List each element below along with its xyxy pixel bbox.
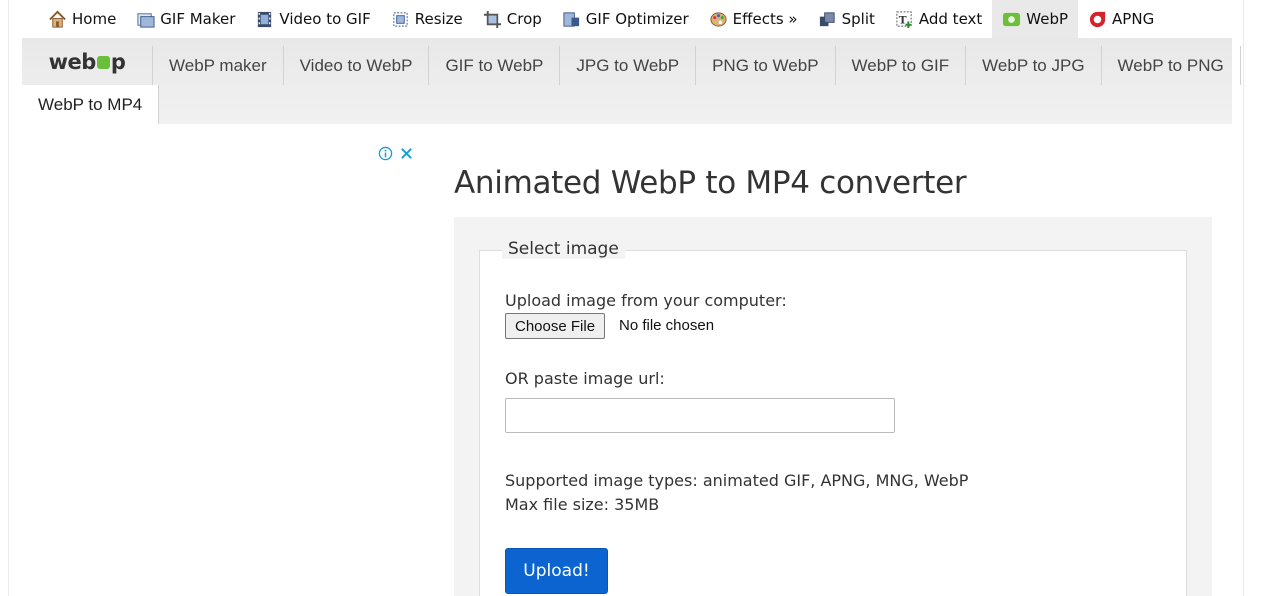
- tool-link-webp-to-png[interactable]: WebP to PNG: [1100, 46, 1241, 85]
- tool-link-png-to-webp[interactable]: PNG to WebP: [695, 46, 834, 85]
- ad-close-icon[interactable]: [399, 146, 414, 165]
- logo-text-left: web: [48, 49, 97, 74]
- nav-item-gif-optimizer[interactable]: GIF Optimizer: [552, 0, 699, 38]
- nav-item-home[interactable]: Home: [38, 0, 126, 38]
- nav-label-webp: WebP: [1026, 10, 1069, 28]
- nav-label-add-text: Add text: [918, 10, 983, 28]
- upload-label: Upload image from your computer:: [505, 291, 787, 310]
- nav-item-crop[interactable]: Crop: [473, 0, 552, 38]
- nav-label-effects: Effects »: [732, 10, 798, 28]
- choose-file-button[interactable]: Choose File: [505, 313, 606, 339]
- file-status: No file chosen: [619, 317, 715, 334]
- nav-label-home: Home: [72, 10, 117, 28]
- add-text-icon: T: [895, 10, 914, 29]
- split-icon: [818, 10, 837, 29]
- tool-link-webp-maker[interactable]: WebP maker: [152, 46, 283, 85]
- fieldset-legend: Select image: [502, 239, 625, 259]
- webp-tools-bar: web p WebP maker Video to WebP GIF to Web…: [22, 38, 1241, 124]
- nav-label-gif-optimizer: GIF Optimizer: [585, 10, 689, 28]
- nav-label-gif-maker: GIF Maker: [160, 10, 236, 28]
- nav-label-apng: APNG: [1112, 10, 1155, 28]
- optimizer-icon: [562, 10, 581, 29]
- nav-item-resize[interactable]: Resize: [381, 0, 473, 38]
- film-icon: [255, 10, 274, 29]
- gif-maker-icon: [136, 10, 155, 29]
- upload-button[interactable]: Upload!: [505, 548, 608, 594]
- ad-controls: [378, 146, 414, 165]
- nav-item-webp[interactable]: WebP: [992, 0, 1079, 38]
- webp-icon: [1002, 10, 1021, 29]
- top-navigation: Home GIF Maker Video to GIF Resize Crop …: [38, 0, 1164, 38]
- tool-link-webp-to-gif[interactable]: WebP to GIF: [834, 46, 966, 85]
- tool-link-webp-to-mp4[interactable]: WebP to MP4: [22, 85, 160, 124]
- page-frame-right: [1243, 0, 1244, 596]
- nav-item-video-to-gif[interactable]: Video to GIF: [245, 0, 380, 38]
- home-icon: [48, 10, 67, 29]
- nav-label-split: Split: [841, 10, 875, 28]
- tool-link-gif-to-webp[interactable]: GIF to WebP: [428, 46, 559, 85]
- nav-item-add-text[interactable]: T Add text: [885, 0, 992, 38]
- tool-link-jpg-to-webp[interactable]: JPG to WebP: [559, 46, 695, 85]
- logo-text-right: p: [110, 49, 126, 74]
- apng-icon: [1088, 10, 1107, 29]
- image-url-input[interactable]: [505, 398, 895, 433]
- select-image-fieldset: Select image Upload image from your comp…: [479, 239, 1187, 596]
- palette-icon: [709, 10, 728, 29]
- max-file-size-text: Max file size: 35MB: [505, 495, 660, 514]
- nav-item-gif-maker[interactable]: GIF Maker: [126, 0, 245, 38]
- nav-item-split[interactable]: Split: [808, 0, 885, 38]
- nav-item-effects[interactable]: Effects »: [699, 0, 808, 38]
- ad-info-icon[interactable]: [378, 146, 393, 165]
- logo-green-square: [96, 56, 110, 69]
- supported-types-text: Supported image types: animated GIF, APN…: [505, 471, 969, 490]
- url-label: OR paste image url:: [505, 369, 665, 388]
- nav-item-apng[interactable]: APNG: [1078, 0, 1164, 38]
- tool-link-video-to-webp[interactable]: Video to WebP: [282, 46, 429, 85]
- tool-link-webp-to-jpg[interactable]: WebP to JPG: [965, 46, 1100, 85]
- upload-panel: Select image Upload image from your comp…: [454, 217, 1212, 596]
- nav-label-resize: Resize: [414, 10, 463, 28]
- nav-label-crop: Crop: [506, 10, 542, 28]
- crop-icon: [483, 10, 502, 29]
- page-title: Animated WebP to MP4 converter: [454, 165, 967, 201]
- nav-label-video-to-gif: Video to GIF: [279, 10, 371, 28]
- webp-logo[interactable]: web p: [22, 38, 152, 85]
- page-frame-left: [8, 0, 9, 596]
- resize-icon: [391, 10, 410, 29]
